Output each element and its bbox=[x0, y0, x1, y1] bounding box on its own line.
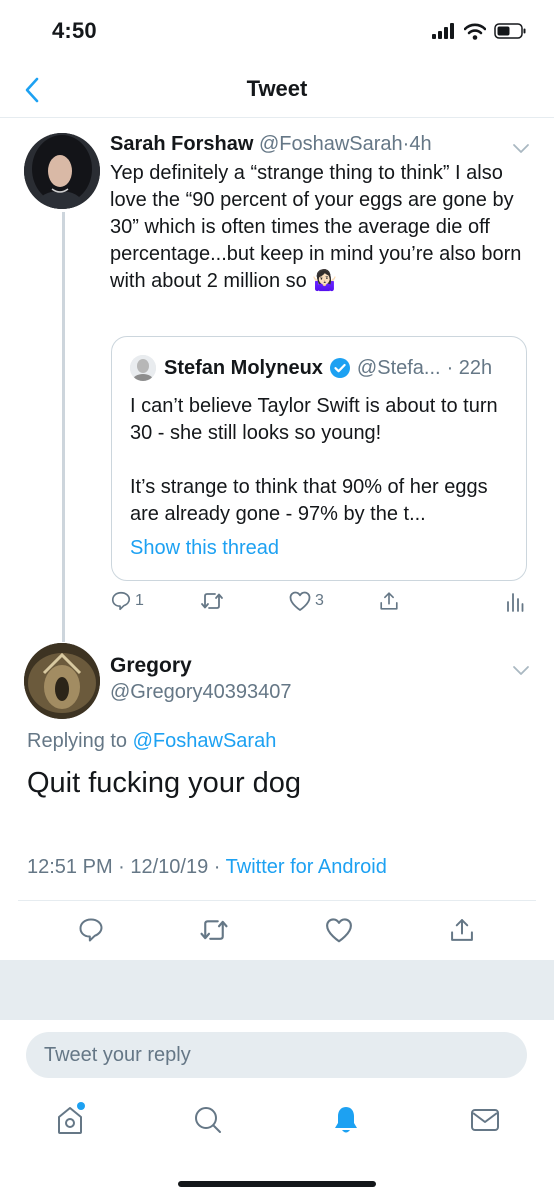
quoted-text-line2: It’s strange to think that 90% of her eg… bbox=[130, 476, 488, 525]
retweet-icon bbox=[200, 920, 228, 940]
replying-to: Replying to @FoshawSarah bbox=[27, 730, 276, 753]
reply-input[interactable] bbox=[26, 1032, 527, 1078]
home-notification-dot bbox=[77, 1102, 85, 1110]
tweet-text: Yep definitely a “strange thing to think… bbox=[110, 160, 530, 295]
heart-icon bbox=[289, 591, 311, 611]
section-separator bbox=[0, 960, 554, 1020]
status-icons bbox=[432, 20, 526, 42]
reply-icon bbox=[111, 591, 131, 611]
retweet-action[interactable] bbox=[200, 590, 224, 612]
divider bbox=[18, 900, 536, 901]
tweet-meta: 12:51 PM · 12/10/19 · Twitter for Androi… bbox=[27, 856, 387, 879]
show-thread-link[interactable]: Show this thread bbox=[130, 537, 279, 560]
battery-icon bbox=[494, 23, 526, 39]
reply-action[interactable]: 1 bbox=[110, 590, 144, 612]
analytics-action[interactable] bbox=[506, 590, 524, 612]
share-action[interactable] bbox=[445, 913, 479, 947]
avatar[interactable] bbox=[24, 643, 100, 719]
quoted-avatar bbox=[130, 355, 156, 381]
tab-notifications[interactable] bbox=[326, 1095, 366, 1145]
avatar[interactable] bbox=[24, 133, 100, 209]
replying-to-label: Replying to bbox=[27, 730, 133, 752]
reply-icon bbox=[79, 918, 103, 942]
avatar-photo bbox=[24, 133, 100, 209]
quoted-tweet-card[interactable]: Stefan Molyneux @Stefa... · 22h I can’t … bbox=[111, 336, 527, 581]
status-time: 4:50 bbox=[52, 18, 97, 43]
tweet-timestamp: 12:51 PM · 12/10/19 · bbox=[27, 856, 226, 878]
shrug-emoji: 🤷🏻‍♀️ bbox=[312, 270, 338, 292]
quoted-tweet-age: · 22h bbox=[446, 356, 493, 379]
avatar-photo bbox=[24, 643, 100, 719]
nav-bar: Tweet bbox=[0, 60, 554, 118]
replying-to-handle-link[interactable]: @FoshawSarah bbox=[133, 730, 277, 752]
tab-home[interactable] bbox=[50, 1095, 90, 1145]
wifi-icon bbox=[464, 23, 486, 40]
quoted-author-name: Stefan Molyneux bbox=[164, 356, 323, 379]
tab-messages[interactable] bbox=[465, 1095, 505, 1145]
analytics-icon bbox=[507, 593, 524, 612]
cellular-signal-icon bbox=[432, 23, 454, 39]
author-name[interactable]: Gregory bbox=[110, 654, 192, 678]
retweet-action[interactable] bbox=[197, 913, 231, 947]
thread-connector-line bbox=[62, 212, 65, 642]
tweet-actions: 1 3 bbox=[110, 590, 530, 620]
quoted-author-handle: @Stefa... bbox=[356, 356, 441, 379]
retweet-icon bbox=[201, 593, 223, 609]
search-icon bbox=[195, 1107, 221, 1133]
tweet-header: Sarah Forshaw @FoshawSarah·4h bbox=[110, 130, 530, 158]
tweet-source-link[interactable]: Twitter for Android bbox=[226, 856, 387, 878]
mail-icon bbox=[471, 1109, 499, 1131]
status-bar: 4:50 bbox=[0, 0, 554, 60]
quoted-text-line1: I can’t believe Taylor Swift is about to… bbox=[130, 395, 498, 444]
like-action[interactable]: 3 bbox=[288, 590, 324, 612]
quoted-tweet-header: Stefan Molyneux @Stefa... · 22h bbox=[130, 355, 492, 381]
author-handle[interactable]: @Gregory40393407 bbox=[110, 681, 292, 704]
share-icon bbox=[451, 919, 473, 941]
share-action[interactable] bbox=[378, 590, 400, 612]
heart-icon bbox=[326, 918, 352, 943]
tweet-text: Quit fucking your dog bbox=[27, 767, 302, 799]
reply-count: 1 bbox=[135, 592, 144, 609]
quoted-tweet-text: I can’t believe Taylor Swift is about to… bbox=[130, 393, 515, 528]
author-handle[interactable]: @FoshawSarah bbox=[259, 133, 403, 155]
like-count: 3 bbox=[315, 592, 324, 609]
tweet-options-chevron-icon[interactable] bbox=[509, 662, 533, 678]
tweet-actions bbox=[0, 913, 554, 947]
home-indicator bbox=[178, 1181, 376, 1187]
reply-action[interactable] bbox=[74, 913, 108, 947]
tweet-parent: Sarah Forshaw @FoshawSarah·4h Yep defini… bbox=[110, 130, 530, 295]
like-action[interactable] bbox=[322, 913, 356, 947]
share-icon bbox=[380, 592, 398, 610]
tab-bar bbox=[0, 1095, 554, 1155]
page-title: Tweet bbox=[246, 76, 308, 101]
notifications-bell-icon bbox=[335, 1107, 357, 1133]
tweet-age: 4h bbox=[409, 133, 432, 155]
author-name[interactable]: Sarah Forshaw bbox=[110, 133, 253, 155]
verified-badge-icon bbox=[329, 358, 350, 378]
tab-search[interactable] bbox=[188, 1095, 228, 1145]
quoted-avatar-photo bbox=[130, 355, 156, 381]
